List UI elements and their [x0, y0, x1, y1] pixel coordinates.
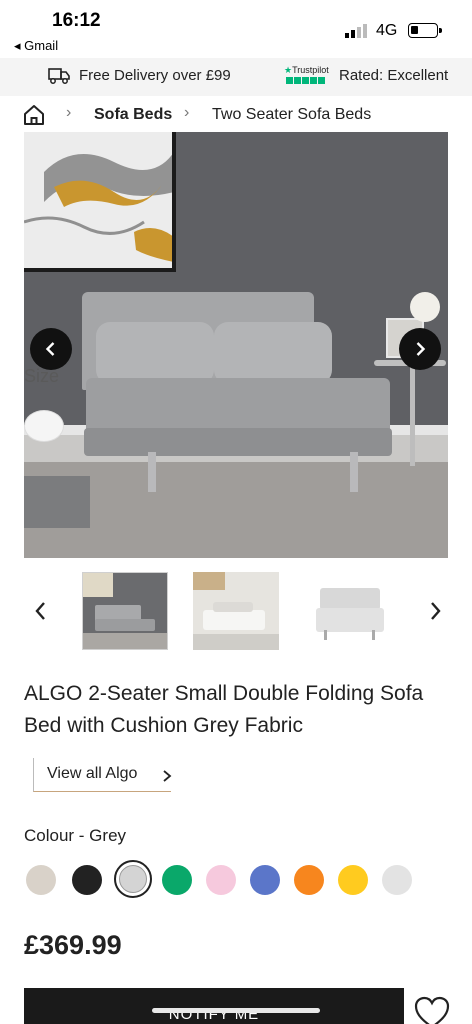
thumbnail-2[interactable] — [193, 572, 279, 650]
swatch-blue[interactable] — [250, 865, 280, 895]
image-prev-button[interactable] — [30, 328, 72, 370]
product-title: ALGO 2-Seater Small Double Folding Sofa … — [24, 682, 424, 737]
trustpilot-stars-icon — [286, 77, 325, 84]
breadcrumb-chevron-icon: › — [184, 104, 190, 121]
thumbnail-3[interactable] — [306, 572, 392, 650]
free-delivery-text: Free Delivery over £99 — [79, 67, 231, 84]
swatch-grey[interactable] — [114, 860, 152, 898]
flower-vase — [410, 292, 440, 322]
overlay-swatch — [24, 410, 64, 442]
home-indicator — [152, 1008, 320, 1013]
home-icon[interactable] — [22, 103, 46, 127]
sofa-cushion — [96, 322, 214, 384]
colour-swatches — [24, 860, 444, 898]
delivery-truck-icon — [48, 68, 70, 84]
promo-bar: Free Delivery over £99 ★Trustpilot Rated… — [0, 58, 472, 96]
status-bar: 16:12 ◂ Gmail 4G — [0, 0, 472, 58]
breadcrumb-chevron-icon: › — [66, 104, 72, 121]
back-to-app-link[interactable]: ◂ Gmail — [14, 38, 58, 54]
swatch-beige[interactable] — [26, 865, 56, 895]
signal-icon — [345, 24, 367, 38]
chevron-right-icon — [163, 770, 172, 782]
swatch-orange[interactable] — [294, 865, 324, 895]
swatch-yellow[interactable] — [338, 865, 368, 895]
chevron-left-icon — [45, 342, 55, 356]
swatch-light-grey[interactable] — [382, 865, 412, 895]
trustpilot-badge[interactable]: ★Trustpilot — [284, 65, 330, 89]
wishlist-heart-icon[interactable] — [414, 996, 450, 1024]
trustpilot-label: Trustpilot — [292, 65, 329, 75]
wall-art — [24, 132, 176, 272]
view-all-algo-link[interactable]: View all Algo — [33, 758, 172, 792]
swatch-pink[interactable] — [206, 865, 236, 895]
battery-icon — [408, 23, 442, 38]
thumbnail-strip — [0, 570, 472, 656]
status-time: 16:12 — [52, 10, 101, 31]
chevron-right-icon — [416, 342, 426, 356]
thumbnail-1[interactable] — [82, 572, 168, 650]
swatch-green[interactable] — [162, 865, 192, 895]
thumbnail-next-button[interactable] — [424, 598, 446, 624]
swatch-black[interactable] — [72, 865, 102, 895]
sofa-base — [84, 428, 392, 456]
breadcrumb-sofa-beds[interactable]: Sofa Beds — [94, 106, 172, 124]
product-price: £369.99 — [24, 930, 122, 960]
breadcrumb-two-seater[interactable]: Two Seater Sofa Beds — [212, 106, 371, 124]
view-all-label: View all Algo — [47, 765, 138, 782]
sofa-cushion — [214, 322, 332, 384]
product-main-image[interactable]: Size — [24, 132, 448, 558]
thumbnail-prev-button[interactable] — [30, 598, 52, 624]
storage-basket — [24, 476, 90, 528]
rating-text: Rated: Excellent — [339, 67, 449, 84]
notify-me-button[interactable]: NOTIFY ME — [24, 988, 404, 1024]
network-label: 4G — [376, 22, 398, 39]
breadcrumb: › Sofa Beds › Two Seater Sofa Beds — [0, 96, 472, 134]
image-next-button[interactable] — [399, 328, 441, 370]
colour-label: Colour - Grey — [24, 826, 127, 845]
